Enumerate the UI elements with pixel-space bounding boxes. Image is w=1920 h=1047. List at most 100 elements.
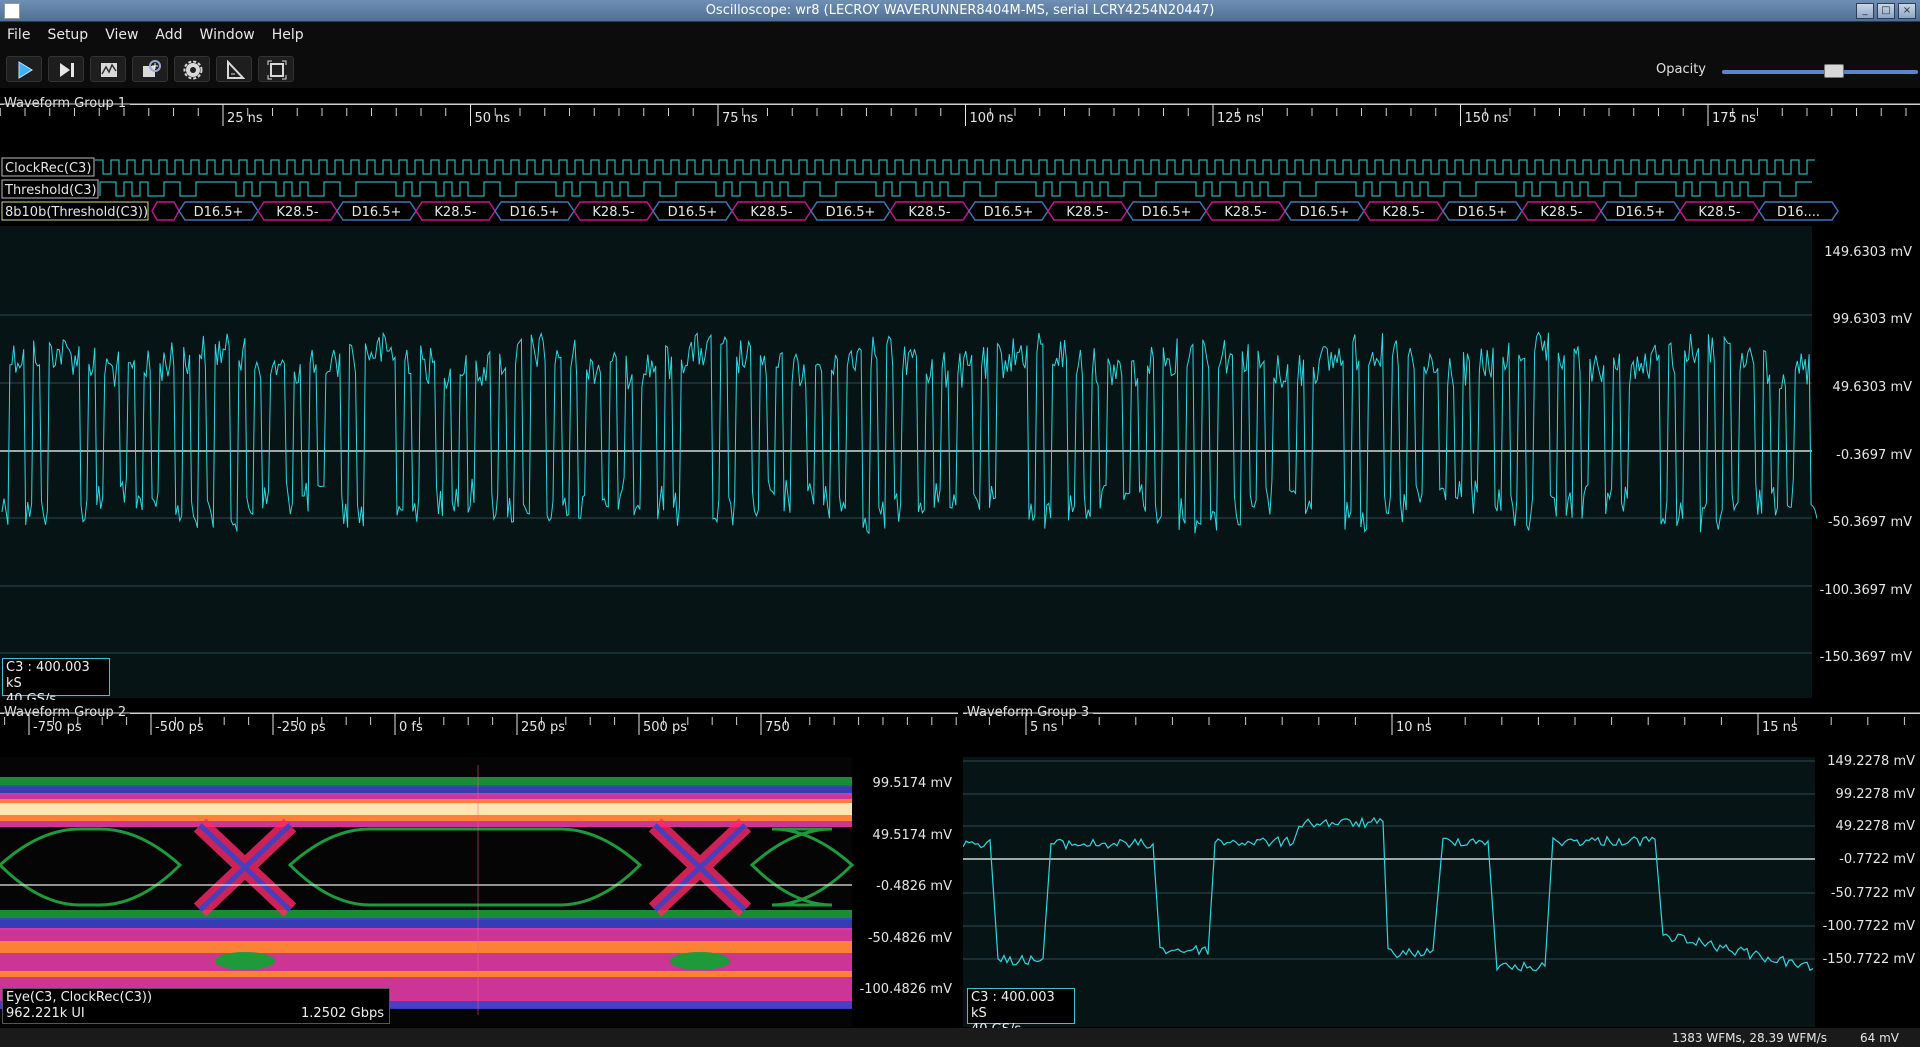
protocol-symbol-label: K28.5- <box>1224 205 1266 220</box>
protocol-symbol-label: D16.5+ <box>668 205 718 220</box>
timeline-label: 125 ns <box>1217 111 1261 126</box>
eye-bottom-blob <box>215 952 275 970</box>
menu-file[interactable]: File <box>0 22 38 43</box>
waveform-group-2[interactable]: Waveform Group 2 -750 ps -500 ps -250 ps 0 … <box>0 705 958 1028</box>
start-trigger-icon <box>18 61 33 79</box>
y-axis-label: -0.3697 mV <box>1836 448 1912 463</box>
group-1-plot-area[interactable] <box>0 226 1812 698</box>
threshold-trace <box>99 181 1812 197</box>
protocol-symbol-label: D16.5+ <box>352 205 402 220</box>
y-axis-label: -50.3697 mV <box>1828 515 1912 530</box>
timeline-label: 10 ns <box>1396 720 1432 735</box>
triangle-ruler-button[interactable] <box>216 56 252 82</box>
group-2-info-box[interactable]: Eye(C3, ClockRec(C3)) 962.221k UI 1.2502… <box>2 988 390 1024</box>
clock-label: ClockRec(C3) <box>5 161 91 176</box>
y-axis-label: 149.2278 mV <box>1827 754 1915 769</box>
threshold-label: Threshold(C3) <box>4 183 97 198</box>
waveform-group-1[interactable]: Waveform Group 1 25 ns 50 ns 75 ns 100 ns 12… <box>0 96 1920 707</box>
status-bar: 1383 WFMs, 28.39 WFM/s 64 mV <box>0 1028 1920 1047</box>
y-axis-label: -100.3697 mV <box>1820 583 1913 598</box>
y-axis-label: -150.7722 mV <box>1823 952 1916 967</box>
protocol-symbol-label: D16.5+ <box>510 205 560 220</box>
protocol-symbol-label: D16.5+ <box>1142 205 1192 220</box>
y-axis-label: 149.6303 mV <box>1824 245 1912 260</box>
timeline-label: 150 ns <box>1465 111 1509 126</box>
group-3-info-box[interactable]: C3 : 400.003 kS 40 GS/s <box>967 988 1075 1037</box>
protocol-symbol-label: D16.5+ <box>1458 205 1508 220</box>
eye-band <box>0 941 852 953</box>
y-axis-label: 49.6303 mV <box>1833 380 1913 395</box>
opacity-slider-track[interactable] <box>1722 70 1918 74</box>
protocol-symbol-label: K28.5- <box>1540 205 1582 220</box>
timeline-label: 250 ps <box>521 720 565 735</box>
close-button[interactable]: × <box>1898 3 1916 19</box>
protocol-symbol-label: D16.... <box>1777 205 1820 220</box>
protocol-symbol-label: K28.5- <box>1382 205 1424 220</box>
timeline-label: 0 fs <box>399 720 423 735</box>
settings-icon <box>183 60 203 80</box>
single-trigger-icon <box>60 63 74 77</box>
stop-trigger-button[interactable] <box>90 56 126 82</box>
quick-connect-button[interactable] <box>132 56 168 82</box>
protocol-symbol-label: K28.5- <box>1698 205 1740 220</box>
protocol-symbol-label: K28.5- <box>276 205 318 220</box>
menu-bar: File Setup View Add Window Help <box>0 22 1920 48</box>
y-axis-label: -150.3697 mV <box>1820 650 1913 665</box>
protocol-symbol-partial <box>151 201 180 221</box>
protocol-symbol-label: D16.5+ <box>984 205 1034 220</box>
clock-trace <box>95 159 1815 175</box>
status-wfm-rate: 1383 WFMs, 28.39 WFM/s <box>1672 1031 1827 1045</box>
y-axis-label: -0.7722 mV <box>1839 852 1915 867</box>
group-3-plot[interactable]: 5 ns 10 ns 15 ns 149.2278 mV 99.2278 mV 49.22… <box>963 705 1920 1028</box>
window-title: Oscilloscope: wr8 (LECROY WAVERUNNER8404… <box>705 3 1215 18</box>
protocol-symbol-label: D16.5+ <box>826 205 876 220</box>
timeline-label: 100 ns <box>970 111 1014 126</box>
menu-window[interactable]: Window <box>191 22 263 43</box>
group-1-info-box[interactable]: C3 : 400.003 kS 40 GS/s <box>2 658 110 707</box>
timeline-label: -750 ps <box>33 720 82 735</box>
menu-view[interactable]: View <box>96 22 146 43</box>
opacity-slider-handle[interactable] <box>1823 64 1844 78</box>
toolbar: Opacity <box>0 48 1920 88</box>
timeline-label: 50 ns <box>475 111 511 126</box>
group-3-info-line1: C3 : 400.003 kS <box>971 990 1055 1021</box>
y-axis-label: -50.4826 mV <box>868 931 952 946</box>
timeline-label: -500 ps <box>155 720 204 735</box>
timeline-label: 75 ns <box>722 111 758 126</box>
waveform-group-3[interactable]: Waveform Group 3 5 ns 10 ns 15 ns 149.2278 … <box>963 705 1920 1037</box>
menu-add[interactable]: Add <box>146 22 190 43</box>
fullscreen-button[interactable] <box>258 56 294 82</box>
group-2-info-line1: Eye(C3, ClockRec(C3)) <box>6 990 153 1005</box>
status-memory: 64 mV <box>1860 1031 1899 1045</box>
timeline-label: 750 <box>765 720 790 735</box>
y-axis-label: 49.5174 mV <box>873 828 953 843</box>
eye-band <box>0 971 852 977</box>
protocol-symbol-label: D16.5+ <box>1300 205 1350 220</box>
title-bar: Oscilloscope: wr8 (LECROY WAVERUNNER8404… <box>0 0 1920 22</box>
protocol-symbol-label: K28.5- <box>750 205 792 220</box>
group-2-plot[interactable]: -750 ps -500 ps -250 ps 0 fs 250 ps 500 ps 750… <box>0 705 958 1028</box>
y-axis-label: 99.5174 mV <box>873 776 953 791</box>
protocol-symbol-label: K28.5- <box>592 205 634 220</box>
menu-help[interactable]: Help <box>263 22 312 43</box>
group-2-info-rate: 1.2502 Gbps <box>301 1006 384 1021</box>
y-axis-label: 49.2278 mV <box>1836 819 1916 834</box>
group-3-plot-area[interactable] <box>963 757 1815 1027</box>
eye-band <box>0 803 852 815</box>
protocol-symbol-label: D16.5+ <box>1616 205 1666 220</box>
quick-connect-icon <box>143 60 161 77</box>
start-trigger-button[interactable] <box>6 56 42 82</box>
protocol-symbol-label: K28.5- <box>908 205 950 220</box>
menu-setup[interactable]: Setup <box>38 22 96 43</box>
settings-button[interactable] <box>174 56 210 82</box>
triangle-ruler-icon <box>227 60 245 79</box>
single-trigger-button[interactable] <box>48 56 84 82</box>
y-axis-label: -50.7722 mV <box>1831 886 1915 901</box>
group-1-plot[interactable]: 25 ns 50 ns 75 ns 100 ns 125 ns 150 ns 175 ns 1… <box>0 96 1920 700</box>
opacity-label: Opacity <box>1656 62 1707 77</box>
y-axis-label: -0.4826 mV <box>876 879 952 894</box>
timeline-label: 15 ns <box>1762 720 1798 735</box>
eye-bottom-blob <box>670 952 730 970</box>
maximize-button[interactable]: □ <box>1877 3 1895 19</box>
minimize-button[interactable]: _ <box>1856 3 1874 19</box>
